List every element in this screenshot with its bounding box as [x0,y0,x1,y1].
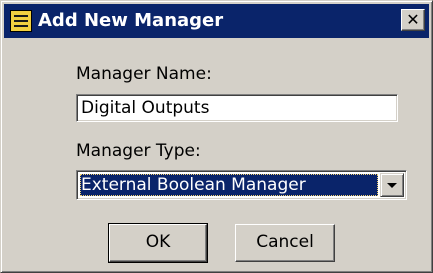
manager-name-label: Manager Name: [76,64,212,84]
manager-type-select[interactable]: External Boolean Manager [76,170,407,200]
manager-name-field[interactable]: Digital Outputs [76,94,398,122]
ok-button[interactable]: OK [108,223,208,263]
close-icon[interactable]: ✕ [401,9,425,31]
manager-type-label: Manager Type: [76,141,201,161]
manager-type-selected-value[interactable]: External Boolean Manager [80,174,378,196]
cancel-button[interactable]: Cancel [235,224,335,262]
dialog-title: Add New Manager [38,10,224,31]
add-new-manager-dialog: Add New Manager ✕ Manager Name: Digital … [0,0,433,273]
manager-icon [10,10,32,32]
dropdown-button[interactable] [380,173,404,197]
chevron-down-icon [387,183,397,188]
title-bar[interactable]: Add New Manager ✕ [4,4,429,38]
